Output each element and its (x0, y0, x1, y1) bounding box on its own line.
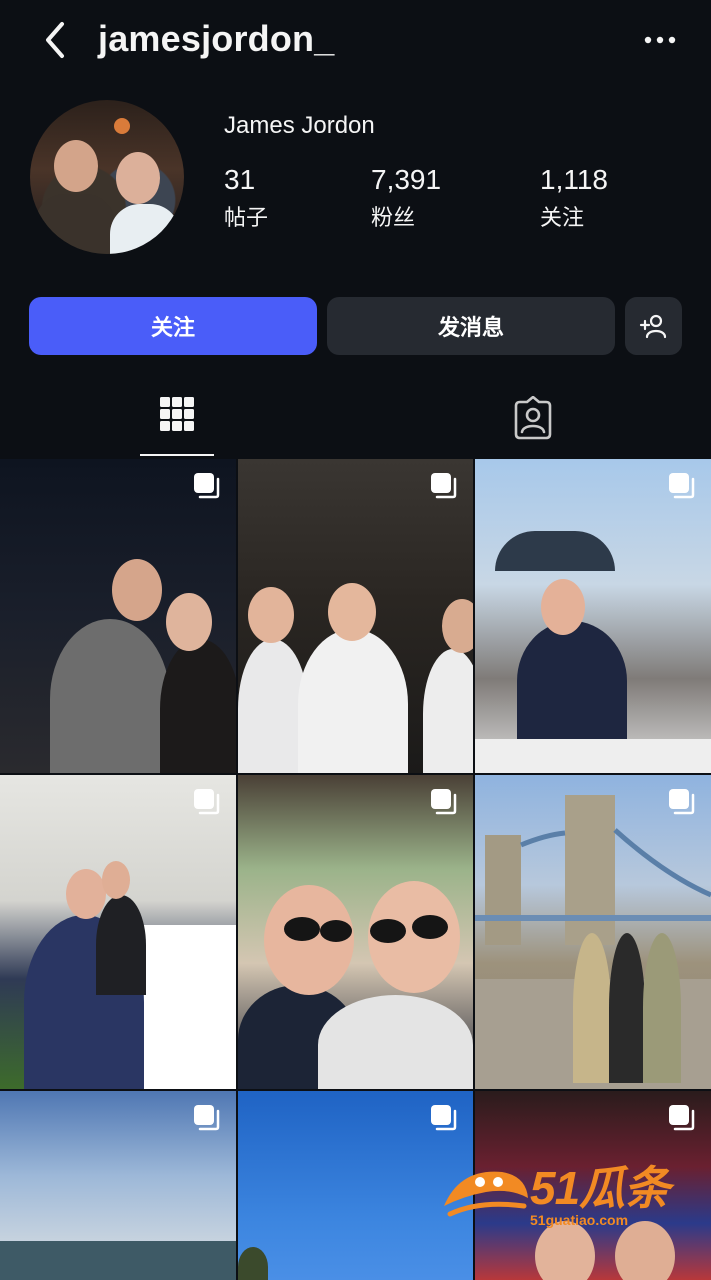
multiple-photos-icon (431, 1105, 457, 1131)
grid-icon (160, 397, 194, 431)
post-thumbnail[interactable] (475, 459, 711, 773)
message-button-label: 发消息 (437, 315, 504, 340)
stat-posts[interactable]: 31 帖子 (224, 164, 268, 232)
stat-following-value: 1,118 (540, 164, 608, 195)
post-thumbnail[interactable] (0, 459, 236, 773)
watermark-url: 51guatiao.com (530, 1212, 629, 1228)
message-button[interactable]: 发消息 (327, 297, 615, 355)
post-thumbnail[interactable] (0, 775, 236, 1089)
stat-following[interactable]: 1,118 关注 (540, 164, 608, 232)
profile-tabs (0, 384, 711, 458)
photo-person (573, 933, 611, 1083)
follow-button-label: 关注 (150, 315, 195, 340)
watermark-text: 51瓜条 (530, 1162, 670, 1214)
tab-tagged[interactable] (510, 395, 556, 442)
add-person-icon (639, 314, 666, 339)
photo-face (102, 861, 130, 899)
photo-face (166, 593, 212, 651)
photo-face (442, 599, 473, 653)
top-bar: jamesjordon_ (0, 0, 711, 82)
photo-person (643, 933, 681, 1083)
photo-face (541, 579, 585, 635)
photo-person (423, 649, 473, 773)
multiple-photos-icon (431, 473, 457, 499)
watermark-logo-icon (444, 1171, 528, 1217)
post-thumbnail[interactable] (238, 459, 473, 773)
post-thumbnail[interactable] (0, 1091, 236, 1280)
photo-face (328, 583, 376, 641)
multiple-photos-icon (431, 789, 457, 815)
post-thumbnail[interactable] (238, 775, 473, 1089)
post-thumbnail[interactable] (475, 775, 711, 1089)
more-horizontal-icon (644, 36, 676, 44)
more-options-button[interactable] (638, 28, 682, 52)
photo-person (517, 621, 627, 741)
stat-followers-label: 粉丝 (371, 205, 416, 230)
stat-followers[interactable]: 7,391 粉丝 (371, 164, 441, 232)
photo-person (160, 639, 236, 773)
suggest-users-button[interactable] (625, 297, 682, 355)
chevron-left-icon (46, 22, 64, 58)
multiple-photos-icon (194, 1105, 220, 1131)
sunglasses-icon (284, 915, 448, 943)
multiple-photos-icon (669, 1105, 695, 1131)
post-thumbnail[interactable] (238, 1091, 473, 1280)
photo-face (248, 587, 294, 643)
photo-face (112, 559, 162, 621)
photo-face (66, 869, 106, 919)
photo-tree (238, 1247, 268, 1280)
stat-following-label: 关注 (540, 205, 585, 230)
multiple-photos-icon (194, 473, 220, 499)
photo-person (609, 933, 645, 1083)
photo-table (475, 739, 711, 773)
stat-followers-value: 7,391 (371, 164, 442, 195)
multiple-photos-icon (669, 789, 695, 815)
avatar-person-right-body (110, 204, 180, 254)
photo-person (96, 895, 146, 995)
multiple-photos-icon (669, 473, 695, 499)
avatar-person-left-body (35, 194, 115, 254)
photo-sea (0, 1241, 236, 1280)
photo-umbrella (495, 531, 615, 571)
avatar-person-left-face (54, 140, 98, 192)
follow-button[interactable]: 关注 (29, 297, 317, 355)
avatar-person-right-face (116, 152, 160, 204)
multiple-photos-icon (194, 789, 220, 815)
profile-avatar[interactable] (30, 100, 184, 254)
back-button[interactable] (36, 18, 76, 62)
tab-posts-grid[interactable] (140, 384, 214, 458)
stat-posts-value: 31 (224, 164, 256, 195)
photo-person (318, 995, 473, 1089)
photo-person (50, 619, 170, 773)
stat-posts-label: 帖子 (224, 205, 269, 230)
avatar-background-light (114, 118, 130, 134)
profile-username: jamesjordon_ (98, 18, 335, 59)
site-watermark: 51瓜条 51guatiao.com (440, 1148, 690, 1240)
active-tab-indicator (140, 454, 214, 456)
profile-full-name: James Jordon (224, 112, 375, 139)
tagged-person-icon (514, 395, 552, 440)
photo-person (298, 629, 408, 773)
